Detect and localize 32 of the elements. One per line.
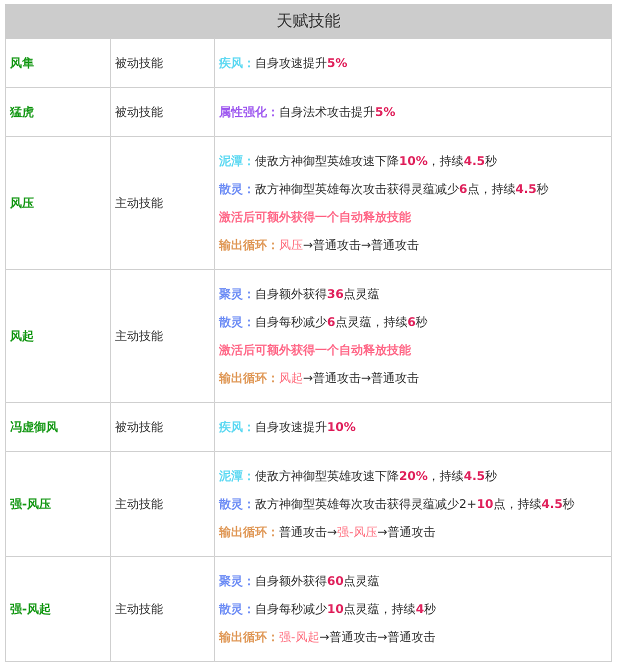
skill-effect-line: 泥潭：使敌方神御型英雄攻速下降20%，持续4.5秒 [219, 468, 497, 485]
skill-effect-line: 泥潭：使敌方神御型英雄攻速下降10%，持续4.5秒 [219, 153, 497, 170]
skill-type: 主动技能 [115, 196, 163, 210]
skill-effect-line: 聚灵：自身额外获得60点灵蕴 [219, 573, 380, 590]
skill-name: 冯虚御风 [10, 420, 58, 434]
skill-effect-line: 输出循环：风起→普通攻击→普通攻击 [219, 370, 420, 387]
skill-type: 主动技能 [115, 496, 163, 510]
skill-type: 主动技能 [115, 328, 163, 342]
skill-effect-line: 散灵：敌方神御型英雄每次攻击获得灵蕴减少2+10点，持续4.5秒 [219, 496, 575, 513]
skill-type: 被动技能 [115, 104, 163, 118]
skill-effect-line: 输出循环：普通攻击→强-风压→普通攻击 [219, 524, 436, 541]
skill-effect-line: 散灵：自身每秒减少6点灵蕴，持续6秒 [219, 314, 428, 331]
skill-effect-line: 散灵：敌方神御型英雄每次攻击获得灵蕴减少6点，持续4.5秒 [219, 181, 549, 198]
skill-effect-line: 疾风：自身攻速提升5% [219, 55, 348, 72]
skill-type: 主动技能 [115, 602, 163, 616]
skill-type: 被动技能 [115, 420, 163, 434]
skill-name: 风起 [10, 328, 34, 342]
skill-effect-line: 输出循环：强-风起→普通攻击→普通攻击 [219, 629, 436, 646]
skill-name: 风压 [10, 196, 34, 210]
skill-name: 强-风起 [10, 602, 51, 616]
skill-effect-line: 散灵：自身每秒减少10点灵蕴，持续4秒 [219, 601, 436, 618]
skill-name: 猛虎 [10, 104, 34, 118]
skill-effect-line: 输出循环：风压→普通攻击→普通攻击 [219, 237, 420, 254]
skill-effect-line: 激活后可额外获得一个自动释放技能 [219, 342, 411, 359]
skill-effect-line: 疾风：自身攻速提升10% [219, 419, 356, 436]
skill-name: 强-风压 [10, 496, 51, 510]
skill-type: 被动技能 [115, 56, 163, 70]
skill-effect-line: 属性强化：自身法术攻击提升5% [219, 104, 396, 121]
table-title: 天赋技能 [6, 4, 612, 38]
skill-effect-line: 激活后可额外获得一个自动释放技能 [219, 209, 411, 226]
skill-name: 风隼 [10, 56, 34, 70]
skill-effect-line: 聚灵：自身额外获得36点灵蕴 [219, 286, 380, 303]
